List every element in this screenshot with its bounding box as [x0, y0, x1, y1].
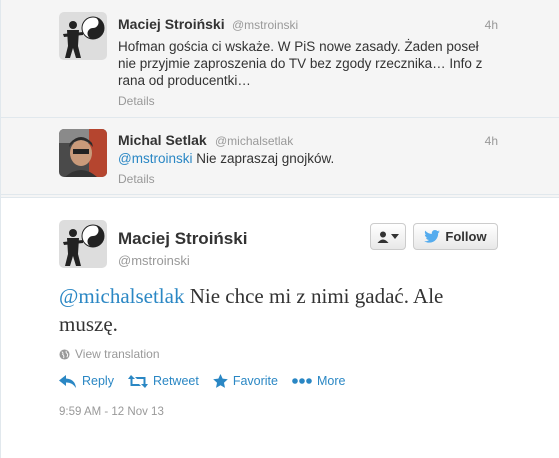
tweet-text-body: Nie zapraszaj gnojków. — [196, 151, 335, 166]
more-dots-icon — [292, 378, 312, 384]
details-link[interactable]: Details — [118, 94, 155, 108]
mention-link[interactable]: @mstroinski — [118, 151, 192, 166]
reply-button[interactable]: Reply — [59, 374, 114, 388]
avatar[interactable] — [59, 12, 107, 60]
conversation-tweet[interactable]: Maciej Stroiński @mstroinski 4h Hofman g… — [1, 0, 559, 118]
retweet-button[interactable]: Retweet — [127, 374, 199, 388]
retweet-label: Retweet — [152, 374, 199, 388]
star-icon — [213, 374, 228, 388]
tweet-time[interactable]: 4h — [485, 134, 498, 148]
chevron-down-icon — [391, 233, 399, 239]
permalink-tweet: Maciej Stroiński @mstroinski Follow @mic… — [1, 197, 559, 458]
twitter-bird-icon — [424, 230, 441, 243]
user-dropdown-icon — [377, 231, 389, 243]
favorite-button[interactable]: Favorite — [213, 374, 278, 388]
follow-label: Follow — [445, 229, 487, 244]
conversation-thread: Maciej Stroiński @mstroinski 4h Hofman g… — [0, 0, 559, 458]
tweet-author-name[interactable]: Maciej Stroiński — [118, 16, 225, 32]
person-avatar-icon — [59, 129, 107, 177]
view-translation-label: View translation — [75, 347, 160, 361]
details-link[interactable]: Details — [118, 172, 155, 186]
mention-link[interactable]: @michalsetlak — [59, 284, 184, 308]
user-actions-button[interactable] — [370, 223, 406, 250]
tweet-text: @michalsetlak Nie chce mi z nimi gadać. … — [59, 282, 499, 338]
tweet-author-name[interactable]: Michal Setlak — [118, 132, 207, 148]
more-button[interactable]: More — [292, 374, 345, 388]
tweet-text: Hofman gościa ci wskaże. W PiS nowe zasa… — [118, 39, 483, 88]
tweet-author-handle[interactable]: @mstroinski — [118, 253, 190, 268]
follow-button[interactable]: Follow — [413, 223, 498, 250]
yin-yang-avatar-icon — [59, 220, 107, 268]
tweet-author-handle[interactable]: @mstroinski — [232, 18, 298, 32]
retweet-icon — [127, 374, 148, 388]
tweet-timestamp[interactable]: 9:59 AM - 12 Nov 13 — [59, 406, 164, 418]
tweet-author-handle[interactable]: @michalsetlak — [215, 134, 293, 148]
favorite-label: Favorite — [232, 374, 278, 388]
yin-yang-avatar-icon — [59, 12, 107, 60]
conversation-tweet[interactable]: Michal Setlak @michalsetlak 4h @mstroins… — [1, 119, 559, 195]
tweet-author-name[interactable]: Maciej Stroiński — [118, 229, 247, 249]
globe-icon — [59, 348, 70, 360]
reply-label: Reply — [82, 374, 114, 388]
reply-icon — [59, 374, 76, 388]
tweet-text: @mstroinski Nie zapraszaj gnojków. — [118, 150, 498, 167]
tweet-actions: Reply Retweet Favorite More — [59, 374, 345, 388]
tweet-time[interactable]: 4h — [485, 18, 498, 32]
view-translation[interactable]: View translation — [59, 347, 160, 361]
more-label: More — [316, 374, 346, 388]
avatar[interactable] — [59, 129, 107, 177]
avatar[interactable] — [59, 220, 107, 268]
